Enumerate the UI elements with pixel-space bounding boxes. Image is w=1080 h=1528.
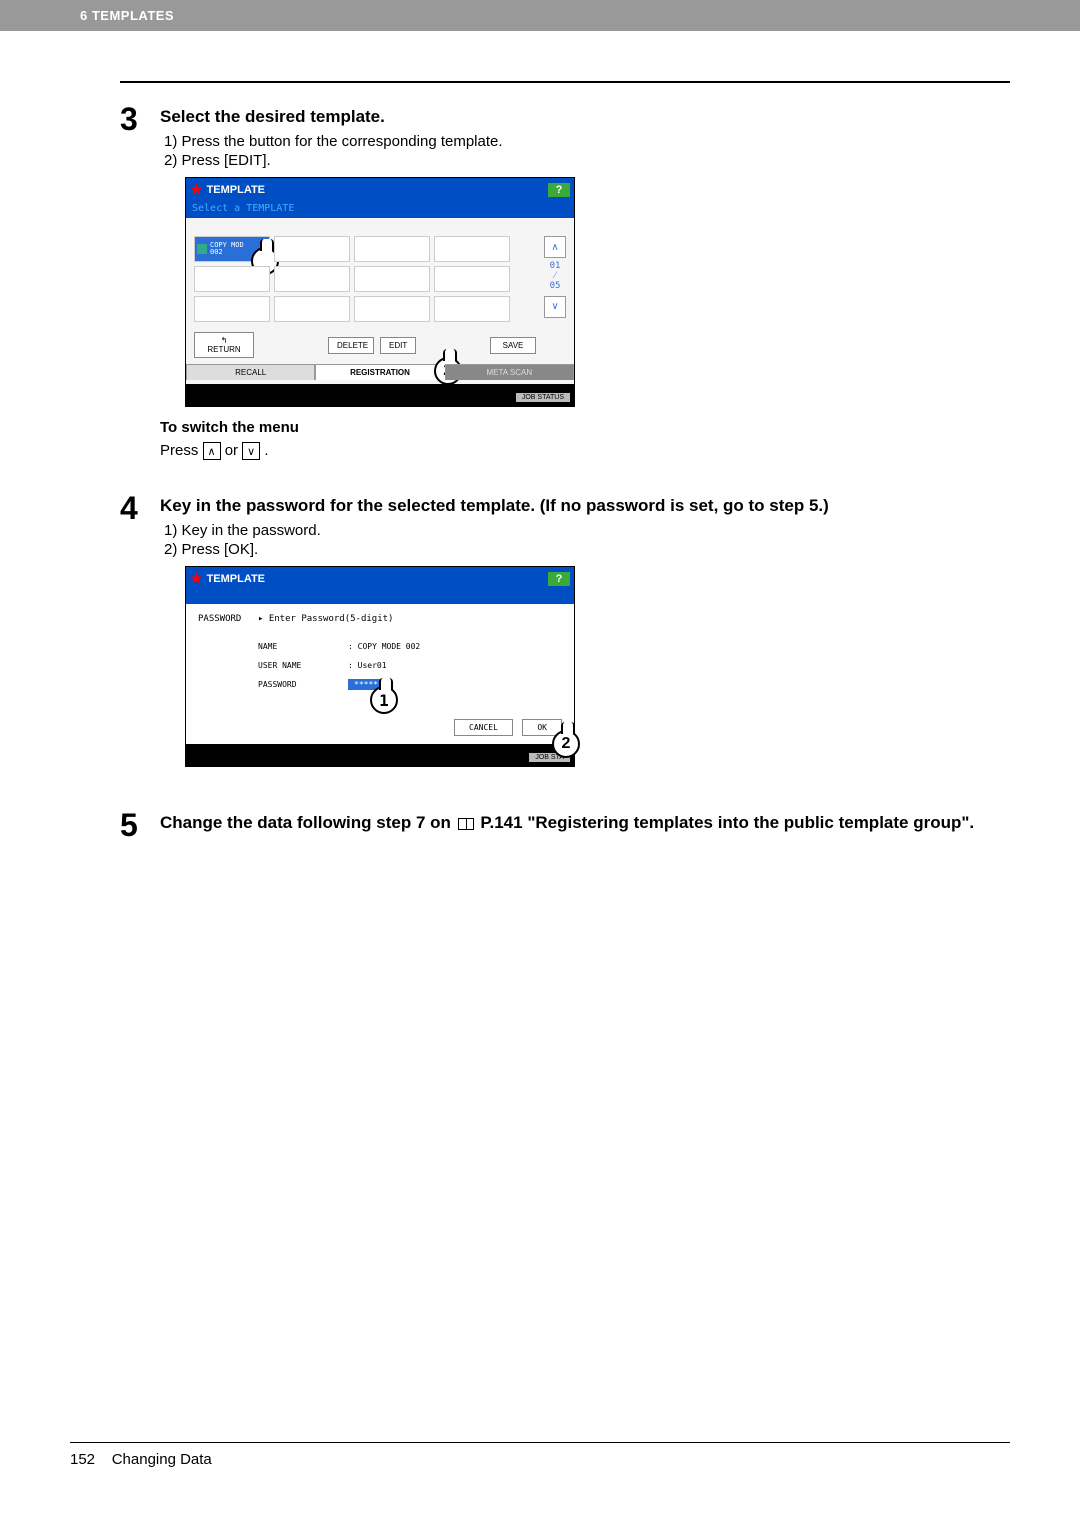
template-cell-label: COPY MOD 002	[210, 242, 244, 256]
step-body: Key in the password for the selected tem…	[150, 492, 1010, 779]
lcd-body: PASSWORD ▸ Enter Password(5-digit) NAME …	[186, 604, 574, 744]
edit-button[interactable]: EDIT	[380, 337, 416, 354]
lcd-title: TEMPLATE	[207, 184, 265, 196]
copy-icon	[197, 244, 207, 254]
lcd-subtitle: Select a TEMPLATE	[186, 201, 574, 218]
name-row: NAME : COPY MODE 002	[258, 642, 562, 651]
top-divider	[120, 81, 1010, 83]
tab-recall[interactable]: RECALL	[186, 364, 315, 380]
template-cell-empty[interactable]	[354, 236, 430, 262]
lcd-subbar	[186, 590, 574, 604]
page-header: 6 TEMPLATES	[0, 0, 1080, 31]
step-body: Select the desired template. 1) Press th…	[150, 103, 1010, 462]
template-cell-selected[interactable]: COPY MOD 002 1	[194, 236, 270, 262]
template-row-2	[194, 266, 536, 292]
template-cell-empty[interactable]	[434, 296, 510, 322]
step-title: Key in the password for the selected tem…	[160, 496, 1010, 516]
save-button[interactable]: SAVE	[490, 337, 536, 354]
step-title: Change the data following step 7 on P.14…	[160, 813, 1010, 833]
step-number: 4	[120, 492, 150, 779]
password-key: PASSWORD	[258, 680, 348, 689]
password-row: PASSWORD ***** 1	[258, 680, 562, 689]
job-status-bar: JOB STATUS	[186, 384, 574, 406]
username-row: USER NAME : User01	[258, 661, 562, 670]
template-cell-empty[interactable]	[274, 236, 350, 262]
delete-button[interactable]: DELETE	[328, 337, 374, 354]
page-indicator: 01⁄ 05	[550, 262, 561, 292]
page-up-button[interactable]: ∧	[544, 236, 566, 258]
star-icon: ★	[190, 570, 203, 587]
template-row-3	[194, 296, 536, 322]
template-cell-empty[interactable]	[274, 266, 350, 292]
step-title: Select the desired template.	[160, 107, 1010, 127]
template-row-1: COPY MOD 002 1	[194, 236, 536, 262]
footer-divider	[70, 1442, 1010, 1443]
cancel-button[interactable]: CANCEL	[454, 719, 513, 736]
tab-registration[interactable]: REGISTRATION 2	[315, 364, 444, 380]
job-status-bar: JOB STA 2	[186, 744, 574, 766]
job-status-button[interactable]: JOB STATUS	[516, 393, 570, 402]
step-5: 5 Change the data following step 7 on P.…	[120, 809, 1010, 841]
tab-row: RECALL REGISTRATION 2 META SCAN	[186, 364, 574, 380]
template-cell-empty[interactable]	[354, 266, 430, 292]
password-header-row: PASSWORD ▸ Enter Password(5-digit)	[198, 614, 562, 624]
template-cell-empty[interactable]	[194, 296, 270, 322]
template-cell-empty[interactable]	[274, 296, 350, 322]
switch-menu-title: To switch the menu	[160, 419, 1010, 436]
return-button[interactable]: ↰ RETURN	[194, 332, 254, 358]
password-button-row: CANCEL OK	[198, 719, 562, 736]
lcd-title: TEMPLATE	[207, 573, 265, 585]
page-footer: 152 Changing Data	[70, 1442, 1010, 1468]
page-number: 152	[70, 1451, 95, 1468]
username-value: : User01	[348, 661, 387, 670]
callout-2: 2	[552, 730, 580, 758]
step-sub-2: 2) Press [OK].	[160, 541, 1010, 558]
password-grid: NAME : COPY MODE 002 USER NAME : User01 …	[258, 642, 562, 689]
template-cell-empty[interactable]	[194, 266, 270, 292]
template-cell-empty[interactable]	[434, 236, 510, 262]
name-value: : COPY MODE 002	[348, 642, 420, 651]
lcd-screenshot-template-select: ★ TEMPLATE ? Select a TEMPLATE COPY MOD …	[185, 177, 575, 407]
switch-menu-body: Press ∧ or ∨ .	[160, 442, 1010, 460]
step-sub-1: 1) Press the button for the correspondin…	[160, 133, 1010, 150]
page-content: 3 Select the desired template. 1) Press …	[0, 31, 1080, 841]
lcd-screenshot-password: ★ TEMPLATE ? PASSWORD ▸ Enter Password(5…	[185, 566, 575, 767]
footer-text: 152 Changing Data	[70, 1451, 1010, 1468]
step-sub-2: 2) Press [EDIT].	[160, 152, 1010, 169]
password-hint: ▸ Enter Password(5-digit)	[258, 614, 393, 624]
username-key: USER NAME	[258, 661, 348, 670]
page-down-button[interactable]: ∨	[544, 296, 566, 318]
step-3: 3 Select the desired template. 1) Press …	[120, 103, 1010, 462]
step-4: 4 Key in the password for the selected t…	[120, 492, 1010, 779]
down-arrow-key-icon: ∨	[242, 442, 260, 460]
up-arrow-key-icon: ∧	[203, 442, 221, 460]
template-cell-empty[interactable]	[354, 296, 430, 322]
help-button[interactable]: ?	[548, 572, 570, 586]
callout-1: 1	[370, 686, 398, 714]
password-value: ***** 1	[348, 680, 384, 689]
chapter-label: 6 TEMPLATES	[80, 8, 174, 23]
step-number: 3	[120, 103, 150, 462]
template-cell-empty[interactable]	[434, 266, 510, 292]
lcd-body: COPY MOD 002 1	[186, 218, 574, 384]
page-nav: ∧ 01⁄ 05 ∨	[544, 236, 566, 318]
lcd-titlebar: ★ TEMPLATE ?	[186, 567, 574, 590]
password-label: PASSWORD	[198, 614, 258, 624]
step-sub-1: 1) Key in the password.	[160, 522, 1010, 539]
name-key: NAME	[258, 642, 348, 651]
action-button-row: ↰ RETURN DELETE EDIT SAVE	[194, 332, 536, 358]
step-body: Change the data following step 7 on P.14…	[150, 809, 1010, 841]
tab-meta-scan[interactable]: META SCAN	[445, 364, 574, 380]
lcd-titlebar: ★ TEMPLATE ?	[186, 178, 574, 201]
star-icon: ★	[190, 181, 203, 198]
help-button[interactable]: ?	[548, 183, 570, 197]
step-number: 5	[120, 809, 150, 841]
section-name: Changing Data	[112, 1451, 212, 1468]
book-icon	[458, 818, 474, 830]
